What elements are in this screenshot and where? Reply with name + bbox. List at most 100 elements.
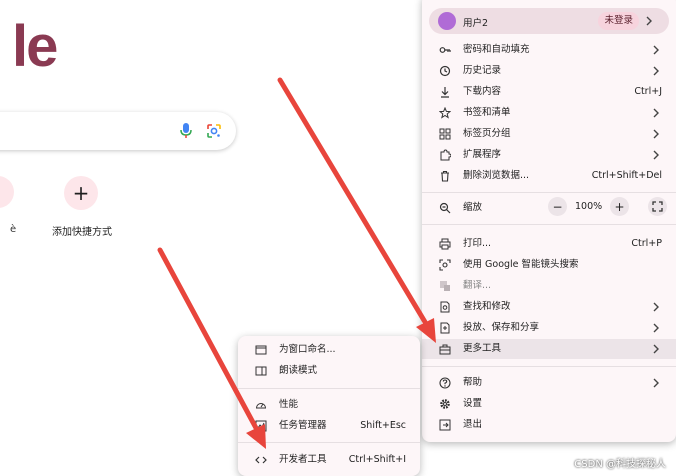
menu-item-label: 密码和自动填充: [463, 44, 530, 55]
add-shortcut-button[interactable]: +: [64, 176, 98, 210]
menu-item-clear-data[interactable]: 删除浏览数据... Ctrl+Shift+Del: [422, 166, 676, 186]
find-icon: [440, 301, 450, 313]
menu-item-tab-groups[interactable]: 标签页分组: [422, 124, 676, 144]
chevron-right-icon: [653, 45, 659, 55]
submenu-item-developer-tools[interactable]: 开发者工具 Ctrl+Shift+I: [238, 450, 420, 470]
chevron-right-icon: [653, 150, 659, 160]
google-logo-fragment: le: [12, 14, 58, 79]
google-lens-icon: [439, 259, 451, 271]
chevron-right-icon: [653, 302, 659, 312]
zoom-label: 缩放: [463, 202, 483, 213]
arrow-to-more-tools: [277, 77, 436, 343]
menu-item-passwords[interactable]: 密码和自动填充: [422, 40, 676, 60]
key-icon: [439, 47, 451, 53]
menu-item-history[interactable]: 历史记录: [422, 61, 676, 81]
fullscreen-icon: [652, 201, 663, 212]
submenu-item-reading-mode[interactable]: 朗读模式: [238, 361, 420, 381]
menu-item-label: 为窗口命名...: [279, 344, 336, 355]
zoom-icon: [439, 202, 451, 214]
task-manager-icon: [255, 420, 267, 432]
menu-item-translate[interactable]: 翻译...: [422, 276, 676, 296]
zoom-out-button[interactable]: −: [548, 197, 567, 216]
status-badge: 未登录: [598, 12, 639, 30]
chevron-right-icon: [653, 66, 659, 76]
mic-icon[interactable]: [180, 123, 192, 139]
chevron-right-icon: [646, 16, 652, 26]
menu-item-shortcut: Ctrl+P: [631, 238, 662, 249]
menu-item-label: 朗读模式: [279, 365, 318, 376]
exit-icon: [439, 419, 451, 431]
chrome-main-menu: 用户2 未登录 密码和自动填充 历史记录 下载内容 Ctrl+J 书签和清单 标…: [422, 0, 676, 442]
menu-item-bookmarks[interactable]: 书签和清单: [422, 103, 676, 123]
search-box[interactable]: [0, 112, 236, 150]
download-icon: [441, 87, 449, 98]
menu-item-print[interactable]: 打印... Ctrl+P: [422, 234, 676, 254]
menu-item-label: 翻译...: [463, 280, 492, 291]
fullscreen-button[interactable]: [648, 197, 667, 216]
menu-item-downloads[interactable]: 下载内容 Ctrl+J: [422, 82, 676, 102]
submenu-item-performance[interactable]: 性能: [238, 395, 420, 415]
menu-item-label: 历史记录: [463, 65, 502, 76]
menu-item-label: 任务管理器: [279, 420, 327, 431]
toolbox-icon: [439, 344, 451, 355]
chevron-right-icon: [653, 129, 659, 139]
menu-item-label: 书签和清单: [463, 107, 511, 118]
menu-item-find-edit[interactable]: 查找和修改: [422, 297, 676, 317]
menu-item-label: 打印...: [463, 238, 492, 249]
menu-item-shortcut: Ctrl+J: [634, 86, 662, 97]
menu-item-settings[interactable]: 设置: [422, 394, 676, 414]
menu-item-google-lens[interactable]: 使用 Google 智能镜头搜索: [422, 255, 676, 275]
menu-item-shortcut: Ctrl+Shift+Del: [591, 170, 662, 181]
submenu-item-task-manager[interactable]: 任务管理器 Shift+Esc: [238, 416, 420, 436]
menu-item-label: 性能: [279, 399, 299, 410]
help-icon: [439, 377, 451, 389]
profile-item[interactable]: 用户2 未登录: [429, 8, 669, 34]
window-icon: [255, 345, 267, 355]
menu-item-cast-save-share[interactable]: 投放、保存和分享: [422, 318, 676, 338]
menu-item-help[interactable]: 帮助: [422, 373, 676, 393]
speedometer-icon: [255, 403, 267, 409]
puzzle-icon: [440, 149, 451, 161]
menu-item-label: 查找和修改: [463, 301, 511, 312]
shortcut-partial-label: è: [10, 224, 17, 235]
chevron-right-icon: [653, 378, 659, 388]
zoom-in-button[interactable]: +: [610, 197, 629, 216]
menu-item-shortcut: Ctrl+Shift+I: [348, 454, 406, 465]
divider: [422, 224, 676, 225]
chevron-right-icon: [653, 344, 659, 354]
cast-icon: [440, 322, 450, 334]
code-icon: [255, 456, 267, 464]
more-tools-submenu: 为窗口命名... 朗读模式 性能 任务管理器 Shift+Esc 开发者工具 C…: [238, 336, 420, 476]
reading-mode-icon: [255, 366, 267, 376]
trash-icon: [441, 170, 449, 182]
menu-item-label: 退出: [463, 419, 483, 430]
chevron-right-icon: [653, 108, 659, 118]
translate-icon: [440, 281, 450, 291]
menu-item-label: 投放、保存和分享: [463, 322, 540, 333]
gear-icon: [440, 399, 450, 409]
profile-name: 用户2: [463, 18, 489, 29]
print-icon: [439, 238, 451, 250]
menu-item-extensions[interactable]: 扩展程序: [422, 145, 676, 165]
menu-item-label: 标签页分组: [463, 128, 511, 139]
menu-item-more-tools[interactable]: 更多工具: [422, 339, 676, 359]
menu-item-label: 删除浏览数据...: [463, 170, 530, 181]
menu-item-label: 帮助: [463, 377, 483, 388]
watermark: CSDN @科技探秘人: [574, 459, 666, 470]
zoom-level: 100%: [575, 201, 603, 212]
divider: [238, 388, 420, 389]
menu-item-exit[interactable]: 退出: [422, 415, 676, 435]
menu-item-label: 更多工具: [463, 343, 502, 354]
menu-item-label: 开发者工具: [279, 454, 327, 465]
add-shortcut-label: 添加快捷方式: [52, 227, 112, 238]
chevron-right-icon: [653, 323, 659, 333]
divider: [422, 366, 676, 367]
shortcut-tile-partial[interactable]: [0, 176, 14, 208]
menu-item-label: 使用 Google 智能镜头搜索: [463, 259, 579, 270]
menu-item-label: 设置: [463, 398, 483, 409]
lens-icon[interactable]: [206, 123, 222, 139]
menu-item-shortcut: Shift+Esc: [360, 420, 406, 431]
submenu-item-name-window[interactable]: 为窗口命名...: [238, 340, 420, 360]
menu-item-label: 下载内容: [463, 86, 502, 97]
avatar: [438, 12, 456, 30]
